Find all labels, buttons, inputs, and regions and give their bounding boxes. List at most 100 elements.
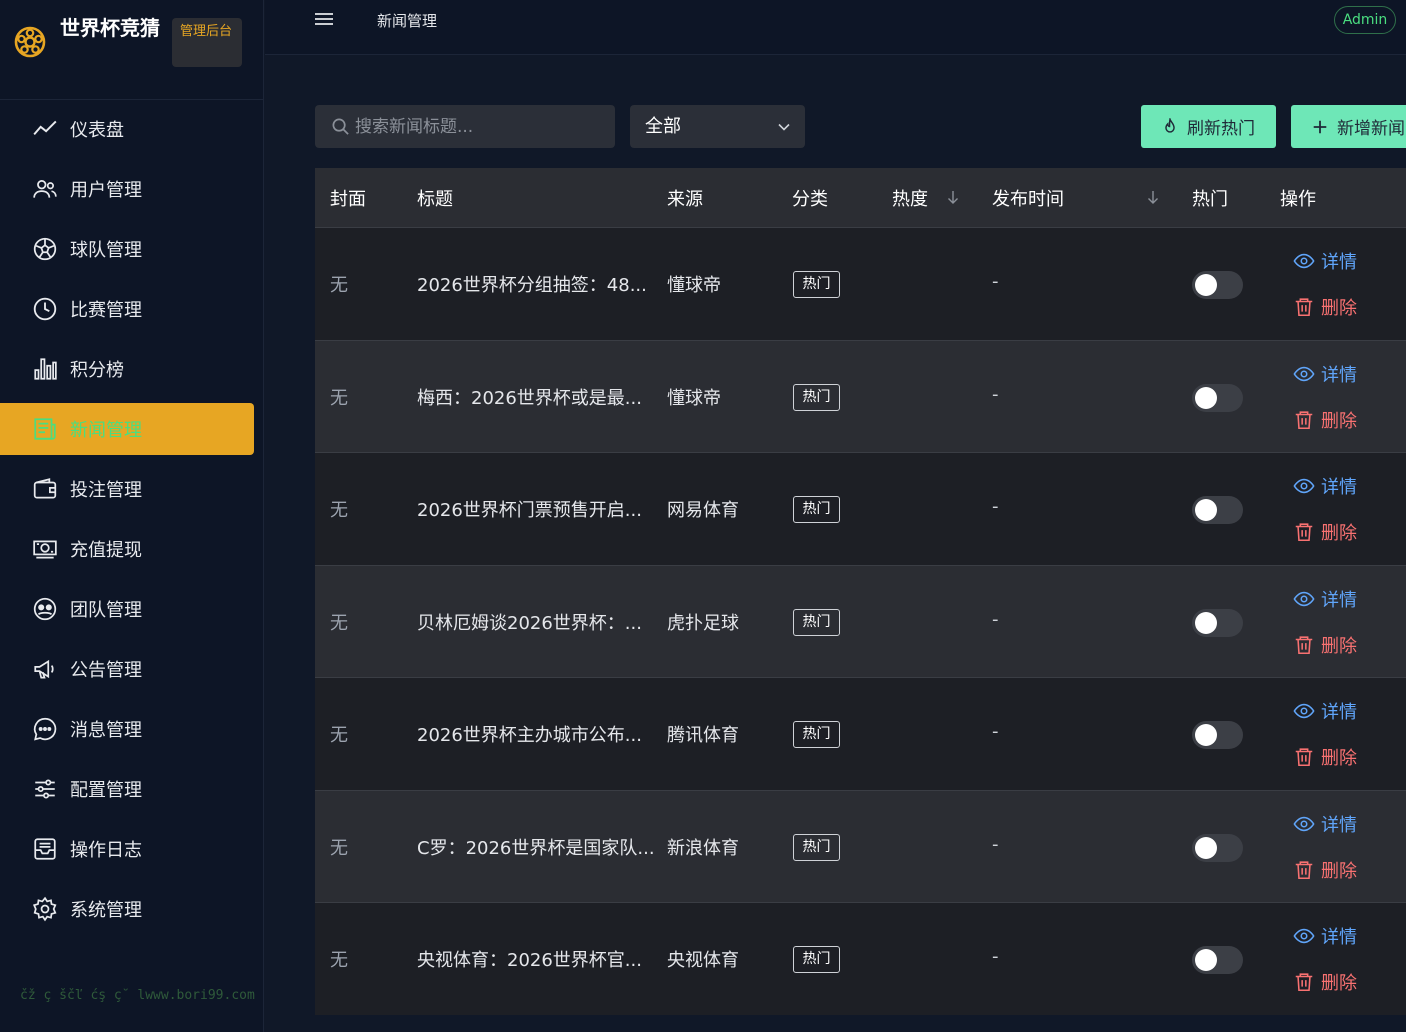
sidebar-item-system[interactable]: 系统管理 <box>0 883 254 935</box>
column-header-published[interactable]: 发布时间 <box>992 185 1064 211</box>
refresh-hot-button[interactable]: 刷新热门 <box>1141 105 1276 148</box>
category-select-value: 全部 <box>645 116 681 137</box>
eye-icon <box>1293 928 1315 944</box>
hot-toggle[interactable] <box>1192 383 1243 412</box>
detail-button[interactable]: 详情 <box>1293 361 1357 387</box>
detail-label: 详情 <box>1321 702 1357 723</box>
sidebar-item-notices[interactable]: 公告管理 <box>0 643 254 695</box>
sort-arrow-icon[interactable] <box>1146 190 1160 204</box>
bar-chart-icon <box>34 358 57 380</box>
title-cell: C罗：2026世界杯是国家队... <box>417 837 655 859</box>
delete-label: 删除 <box>1321 973 1357 994</box>
hot-toggle[interactable] <box>1192 833 1243 862</box>
table-body: 无 2026世界杯分组抽签：48... 懂球帝 热门 - 详情 删除 无 梅西：… <box>315 227 1406 1015</box>
column-header-hot: 热门 <box>1192 189 1228 210</box>
user-badge[interactable]: Admin <box>1334 6 1396 34</box>
hot-toggle[interactable] <box>1192 271 1243 299</box>
sidebar-item-teams[interactable]: 球队管理 <box>0 223 254 275</box>
detail-button[interactable]: 详情 <box>1293 248 1357 274</box>
search-input[interactable] <box>355 105 605 148</box>
detail-button[interactable]: 详情 <box>1293 586 1357 612</box>
toggle-knob <box>1195 386 1217 409</box>
column-header-category: 分类 <box>792 189 828 210</box>
category-badge: 热门 <box>793 271 840 298</box>
delete-button[interactable]: 删除 <box>1293 857 1357 883</box>
users-icon <box>33 180 57 198</box>
eye-icon <box>1293 703 1315 719</box>
main-content: 全部 刷新热门 新增新闻 封面 标题 来源 分类 热度 发布时间 热门 操作 无… <box>265 56 1406 1032</box>
trash-icon <box>1295 973 1313 992</box>
detail-label: 详情 <box>1321 814 1357 836</box>
soccer-ball-logo-icon <box>14 26 46 58</box>
sidebar-item-config[interactable]: 配置管理 <box>0 763 254 815</box>
admin-tag: 管理后台 <box>172 18 242 67</box>
delete-button[interactable]: 删除 <box>1293 632 1357 658</box>
refresh-hot-label: 刷新热门 <box>1187 119 1255 139</box>
published-cell: - <box>992 383 999 405</box>
delete-button[interactable]: 删除 <box>1293 519 1357 545</box>
sidebar-item-standings[interactable]: 积分榜 <box>0 343 254 395</box>
toggle-knob <box>1195 611 1217 634</box>
sidebar-item-label: 消息管理 <box>70 720 142 741</box>
column-header-title: 标题 <box>417 189 453 210</box>
news-table: 封面 标题 来源 分类 热度 发布时间 热门 操作 无 2026世界杯分组抽签：… <box>315 168 1406 1015</box>
add-news-button[interactable]: 新增新闻 <box>1291 105 1406 148</box>
sidebar-item-users[interactable]: 用户管理 <box>0 163 254 215</box>
trash-icon <box>1295 860 1313 879</box>
delete-button[interactable]: 删除 <box>1293 744 1357 770</box>
delete-button[interactable]: 删除 <box>1293 407 1357 433</box>
detail-button[interactable]: 详情 <box>1293 698 1357 724</box>
sort-arrow-icon[interactable] <box>946 190 960 204</box>
sidebar-item-label: 新闻管理 <box>70 420 142 441</box>
toggle-knob <box>1195 836 1217 859</box>
cover-cell: 无 <box>330 725 348 746</box>
sidebar-item-bets[interactable]: 投注管理 <box>0 463 254 515</box>
search-box <box>315 105 615 148</box>
ball-icon <box>33 237 57 261</box>
sidebar-item-teams-org[interactable]: 团队管理 <box>0 583 254 635</box>
column-header-heat[interactable]: 热度 <box>892 185 928 211</box>
delete-button[interactable]: 删除 <box>1293 294 1357 320</box>
sidebar-item-news[interactable]: 新闻管理 <box>0 403 254 455</box>
sidebar-item-label: 团队管理 <box>70 600 142 621</box>
sidebar-item-label: 配置管理 <box>70 780 142 801</box>
category-select[interactable]: 全部 <box>630 105 805 148</box>
published-cell: - <box>992 833 999 855</box>
hot-toggle[interactable] <box>1192 721 1243 749</box>
hot-toggle[interactable] <box>1192 608 1243 637</box>
sidebar-item-label: 比赛管理 <box>70 300 142 321</box>
toggle-knob <box>1195 499 1217 521</box>
gear-icon <box>32 896 57 922</box>
source-cell: 腾讯体育 <box>667 725 739 746</box>
source-cell: 虎扑足球 <box>667 612 739 634</box>
published-cell: - <box>992 496 999 517</box>
trash-icon <box>1295 410 1313 429</box>
sidebar-item-messages[interactable]: 消息管理 <box>0 703 254 755</box>
sidebar-item-logs[interactable]: 操作日志 <box>0 823 254 875</box>
sidebar-item-dashboard[interactable]: 仪表盘 <box>0 103 254 155</box>
brand: 世界杯竞猜 管理后台 <box>0 0 263 100</box>
wallet-icon <box>33 478 57 499</box>
hamburger-menu-icon[interactable] <box>313 10 335 30</box>
sliders-icon <box>35 779 55 799</box>
search-icon <box>332 118 349 135</box>
watermark: čž ç ščľ ćş ç˘ lwww.bori99.com <box>20 988 255 1003</box>
category-badge: 热门 <box>793 721 840 748</box>
sidebar-item-matches[interactable]: 比赛管理 <box>0 283 254 335</box>
delete-label: 删除 <box>1321 298 1357 319</box>
toggle-knob <box>1195 724 1217 746</box>
detail-button[interactable]: 详情 <box>1293 811 1357 837</box>
detail-button[interactable]: 详情 <box>1293 473 1357 499</box>
sidebar-item-label: 充值提现 <box>70 540 142 561</box>
chat-icon <box>33 717 57 741</box>
trash-icon <box>1295 523 1313 542</box>
team-icon <box>33 597 57 621</box>
detail-button[interactable]: 详情 <box>1293 923 1357 949</box>
hot-toggle[interactable] <box>1192 496 1243 524</box>
category-badge: 热门 <box>793 608 840 636</box>
sidebar-item-recharge[interactable]: 充值提现 <box>0 523 254 575</box>
delete-button[interactable]: 删除 <box>1293 969 1357 995</box>
hot-toggle[interactable] <box>1192 946 1243 974</box>
table-row: 无 C罗：2026世界杯是国家队... 新浪体育 热门 - 详情 删除 <box>315 789 1406 902</box>
plus-icon <box>1313 120 1327 133</box>
